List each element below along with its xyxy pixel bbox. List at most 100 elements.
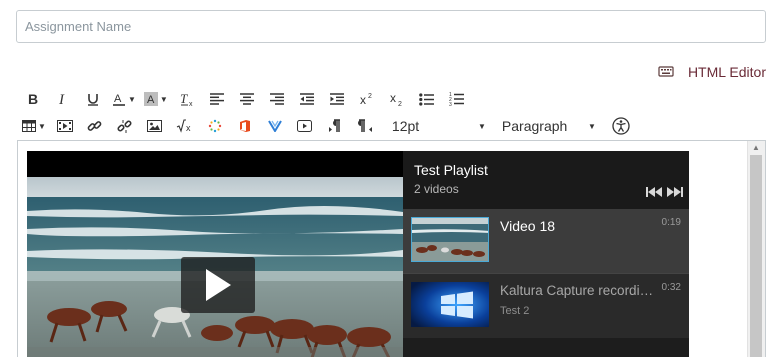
equation-icon: x <box>176 119 191 133</box>
font-size-value: 12pt <box>391 118 420 134</box>
playlist-panel: Test Playlist 2 videos Video 18 0:19 Kal… <box>403 151 689 357</box>
text-color-icon: A <box>113 93 125 106</box>
align-right-button[interactable] <box>266 88 288 110</box>
playlist-header: Test Playlist 2 videos <box>403 151 689 209</box>
playlist-item-duration: 0:19 <box>661 217 681 228</box>
underline-button[interactable] <box>82 88 104 110</box>
assignment-name-input[interactable] <box>16 10 766 43</box>
playlist-item[interactable]: Kaltura Capture recording - March 17th 2… <box>403 273 689 338</box>
image-icon <box>147 120 163 132</box>
underline-icon <box>88 94 98 106</box>
rich-text-editor[interactable]: ▲ Test Playlist 2 videos Video 18 0:19 K… <box>17 140 766 357</box>
video-embed-icon <box>297 120 313 132</box>
indent-icon <box>329 93 344 105</box>
background-color-button[interactable]: A ▼ <box>143 88 168 110</box>
bold-icon: B <box>28 92 38 106</box>
media-button[interactable] <box>54 115 76 137</box>
scroll-up-icon[interactable]: ▲ <box>752 143 760 152</box>
video-thumbnail <box>411 282 489 327</box>
table-icon <box>22 120 36 132</box>
outdent-button[interactable] <box>296 88 318 110</box>
office-button[interactable] <box>234 115 256 137</box>
italic-icon: I <box>58 92 65 106</box>
link-button[interactable] <box>84 115 106 137</box>
caret-down-icon: ▼ <box>588 121 596 131</box>
text-color-button[interactable]: A ▼ <box>112 88 136 110</box>
toolbar-row-1: B I A ▼ A ▼ Tx x2 x2 123 <box>22 88 476 110</box>
playlist-item[interactable]: Video 18 0:19 <box>403 209 689 273</box>
rtl-icon <box>357 119 372 132</box>
playlist-item-duration: 0:32 <box>661 282 681 293</box>
svg-text:I: I <box>58 92 65 106</box>
play-icon <box>206 269 231 301</box>
svg-text:x: x <box>390 92 396 105</box>
play-button[interactable] <box>181 257 255 313</box>
editor-scrollbar[interactable]: ▲ <box>747 141 765 357</box>
svg-text:3: 3 <box>449 102 452 106</box>
svg-text:T: T <box>180 92 188 106</box>
keyboard-icon <box>658 64 674 80</box>
video-embed-button[interactable] <box>294 115 316 137</box>
align-center-icon <box>239 93 254 105</box>
unlink-icon <box>117 119 132 133</box>
subscript-button[interactable]: x2 <box>386 88 408 110</box>
playlist-item-title: Video 18 <box>500 218 556 234</box>
caret-down-icon: ▼ <box>478 121 486 131</box>
accessibility-button[interactable] <box>610 115 632 137</box>
clear-formatting-button[interactable]: Tx <box>176 88 198 110</box>
table-button[interactable]: ▼ <box>22 115 46 137</box>
italic-button[interactable]: I <box>52 88 74 110</box>
align-center-button[interactable] <box>236 88 258 110</box>
outdent-icon <box>299 93 314 105</box>
html-editor-label: HTML Editor <box>687 64 766 80</box>
bullet-list-button[interactable] <box>416 88 438 110</box>
playlist-item-title: Kaltura Capture recording - March 17th 2… <box>500 283 658 298</box>
superscript-button[interactable]: x2 <box>356 88 378 110</box>
scrollbar-thumb[interactable] <box>750 155 762 357</box>
playlist-item-subtitle: Test 2 <box>500 305 530 317</box>
media-icon <box>56 120 73 132</box>
align-left-icon <box>209 93 224 105</box>
apps-button[interactable] <box>204 115 226 137</box>
unlink-button[interactable] <box>114 115 136 137</box>
ltr-button[interactable] <box>324 115 346 137</box>
svg-text:x: x <box>189 101 193 106</box>
v-button[interactable] <box>264 115 286 137</box>
next-track-icon[interactable] <box>667 184 683 202</box>
superscript-icon: x2 <box>360 93 372 106</box>
align-right-icon <box>269 93 284 105</box>
font-size-select[interactable]: 12pt ▼ <box>392 115 486 137</box>
apps-icon <box>208 119 222 133</box>
background-color-icon: A <box>143 92 158 106</box>
playlist-count: 2 videos <box>414 182 459 196</box>
caret-down-icon: ▼ <box>38 121 46 131</box>
toolbar-row-2: ▼ x 12pt ▼ Paragraph ▼ <box>22 115 640 137</box>
ltr-icon <box>328 119 340 132</box>
align-left-button[interactable] <box>206 88 228 110</box>
svg-text:A: A <box>147 94 155 106</box>
equation-button[interactable]: x <box>174 115 196 137</box>
svg-text:2: 2 <box>368 93 372 100</box>
svg-text:2: 2 <box>398 101 402 106</box>
rtl-button[interactable] <box>354 115 376 137</box>
svg-text:x: x <box>186 123 191 133</box>
html-editor-toggle[interactable]: HTML Editor <box>658 64 766 80</box>
block-format-select[interactable]: Paragraph ▼ <box>502 115 596 137</box>
playlist-title: Test Playlist <box>414 162 488 178</box>
link-icon <box>88 120 102 131</box>
bold-button[interactable]: B <box>22 88 44 110</box>
video-frame[interactable] <box>27 177 403 357</box>
office-icon <box>239 120 250 132</box>
kaltura-player: Test Playlist 2 videos Video 18 0:19 Kal… <box>27 151 689 357</box>
numbered-list-button[interactable]: 123 <box>446 88 468 110</box>
numbered-list-icon: 123 <box>449 92 465 106</box>
image-button[interactable] <box>144 115 166 137</box>
svg-text:B: B <box>28 92 38 106</box>
bullet-list-icon <box>419 92 435 106</box>
svg-text:x: x <box>360 93 366 106</box>
block-format-value: Paragraph <box>501 118 568 134</box>
previous-track-icon[interactable] <box>646 184 662 202</box>
v-icon <box>268 120 282 132</box>
caret-down-icon: ▼ <box>159 94 168 104</box>
indent-button[interactable] <box>326 88 348 110</box>
